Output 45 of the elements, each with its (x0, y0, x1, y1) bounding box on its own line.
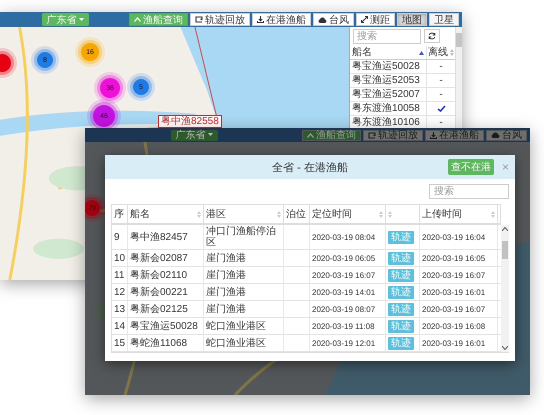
table-cell: 粤新会00221 (130, 286, 188, 298)
table-cell: 11 (114, 270, 124, 280)
table-cell: 粤新会02110 (130, 270, 188, 280)
offline-status: - (439, 75, 443, 86)
table-cell-text: 冲口门渔船停泊区 (206, 226, 277, 248)
table-cell: 粤宝渔运50028 (130, 320, 198, 332)
table-cell: 2020-03-19 16:08 (422, 320, 486, 332)
table-cell: 蛇口渔业港区 (206, 338, 266, 348)
offline-status: - (439, 89, 443, 100)
table-cell: 15 (114, 338, 126, 348)
table-cell: 蛇口渔业港区 (206, 320, 266, 332)
table-cell: 粤蛇渔11068 (130, 338, 188, 348)
table-cell: 2020-03-19 16:07 (312, 270, 376, 280)
table-cell: 10 (114, 252, 126, 264)
offline-status: - (439, 117, 443, 128)
table-cell: 崖门渔港 (206, 304, 246, 314)
dialog-title: 全省 - 在港渔船 (272, 160, 348, 174)
table-cell: 2020-03-19 06:05 (312, 252, 376, 264)
table-cell: 2020-03-19 16:01 (422, 286, 486, 298)
table-cell: 2020-03-19 14:01 (312, 286, 376, 298)
ship-name: 粤东渡渔10106 (352, 117, 420, 128)
table-cell: 12 (114, 286, 126, 298)
ship-name: 粤东渡渔10058 (352, 103, 420, 114)
table-cell: 2020-03-19 08:04 (312, 232, 376, 242)
ship-name: 粤宝渔运52007 (352, 89, 420, 100)
table-cell: 粤中渔82457 (130, 232, 188, 242)
table-cell: 2020-03-19 12:01 (312, 338, 376, 348)
table-cell: 2020-03-19 16:07 (422, 304, 486, 314)
offline-status: - (439, 61, 443, 72)
ship-name: 粤宝渔运50028 (352, 61, 420, 72)
table-cell: 2020-03-19 11:08 (312, 320, 375, 332)
table-cell: 崖门渔港 (206, 270, 246, 280)
table-cell: 崖门渔港 (206, 286, 246, 298)
table-cell: 13 (114, 304, 126, 314)
table-cell: 2020-03-19 16:05 (422, 252, 486, 264)
table-cell: 2020-03-19 16:07 (422, 270, 486, 280)
table-cell: 14 (114, 320, 126, 332)
table-cell: 粤新会02125 (130, 304, 188, 314)
ship-name: 粤宝渔运52053 (352, 75, 420, 86)
table-cell: 崖门渔港 (206, 252, 246, 264)
table-cell: 2020-03-19 16:04 (422, 232, 486, 242)
table-cell: 2020-03-19 16:01 (422, 338, 486, 348)
table-cell: 9 (114, 232, 120, 242)
table-cell: 2020-03-19 08:07 (312, 304, 376, 314)
table-cell: 粤新会02087 (130, 252, 188, 264)
